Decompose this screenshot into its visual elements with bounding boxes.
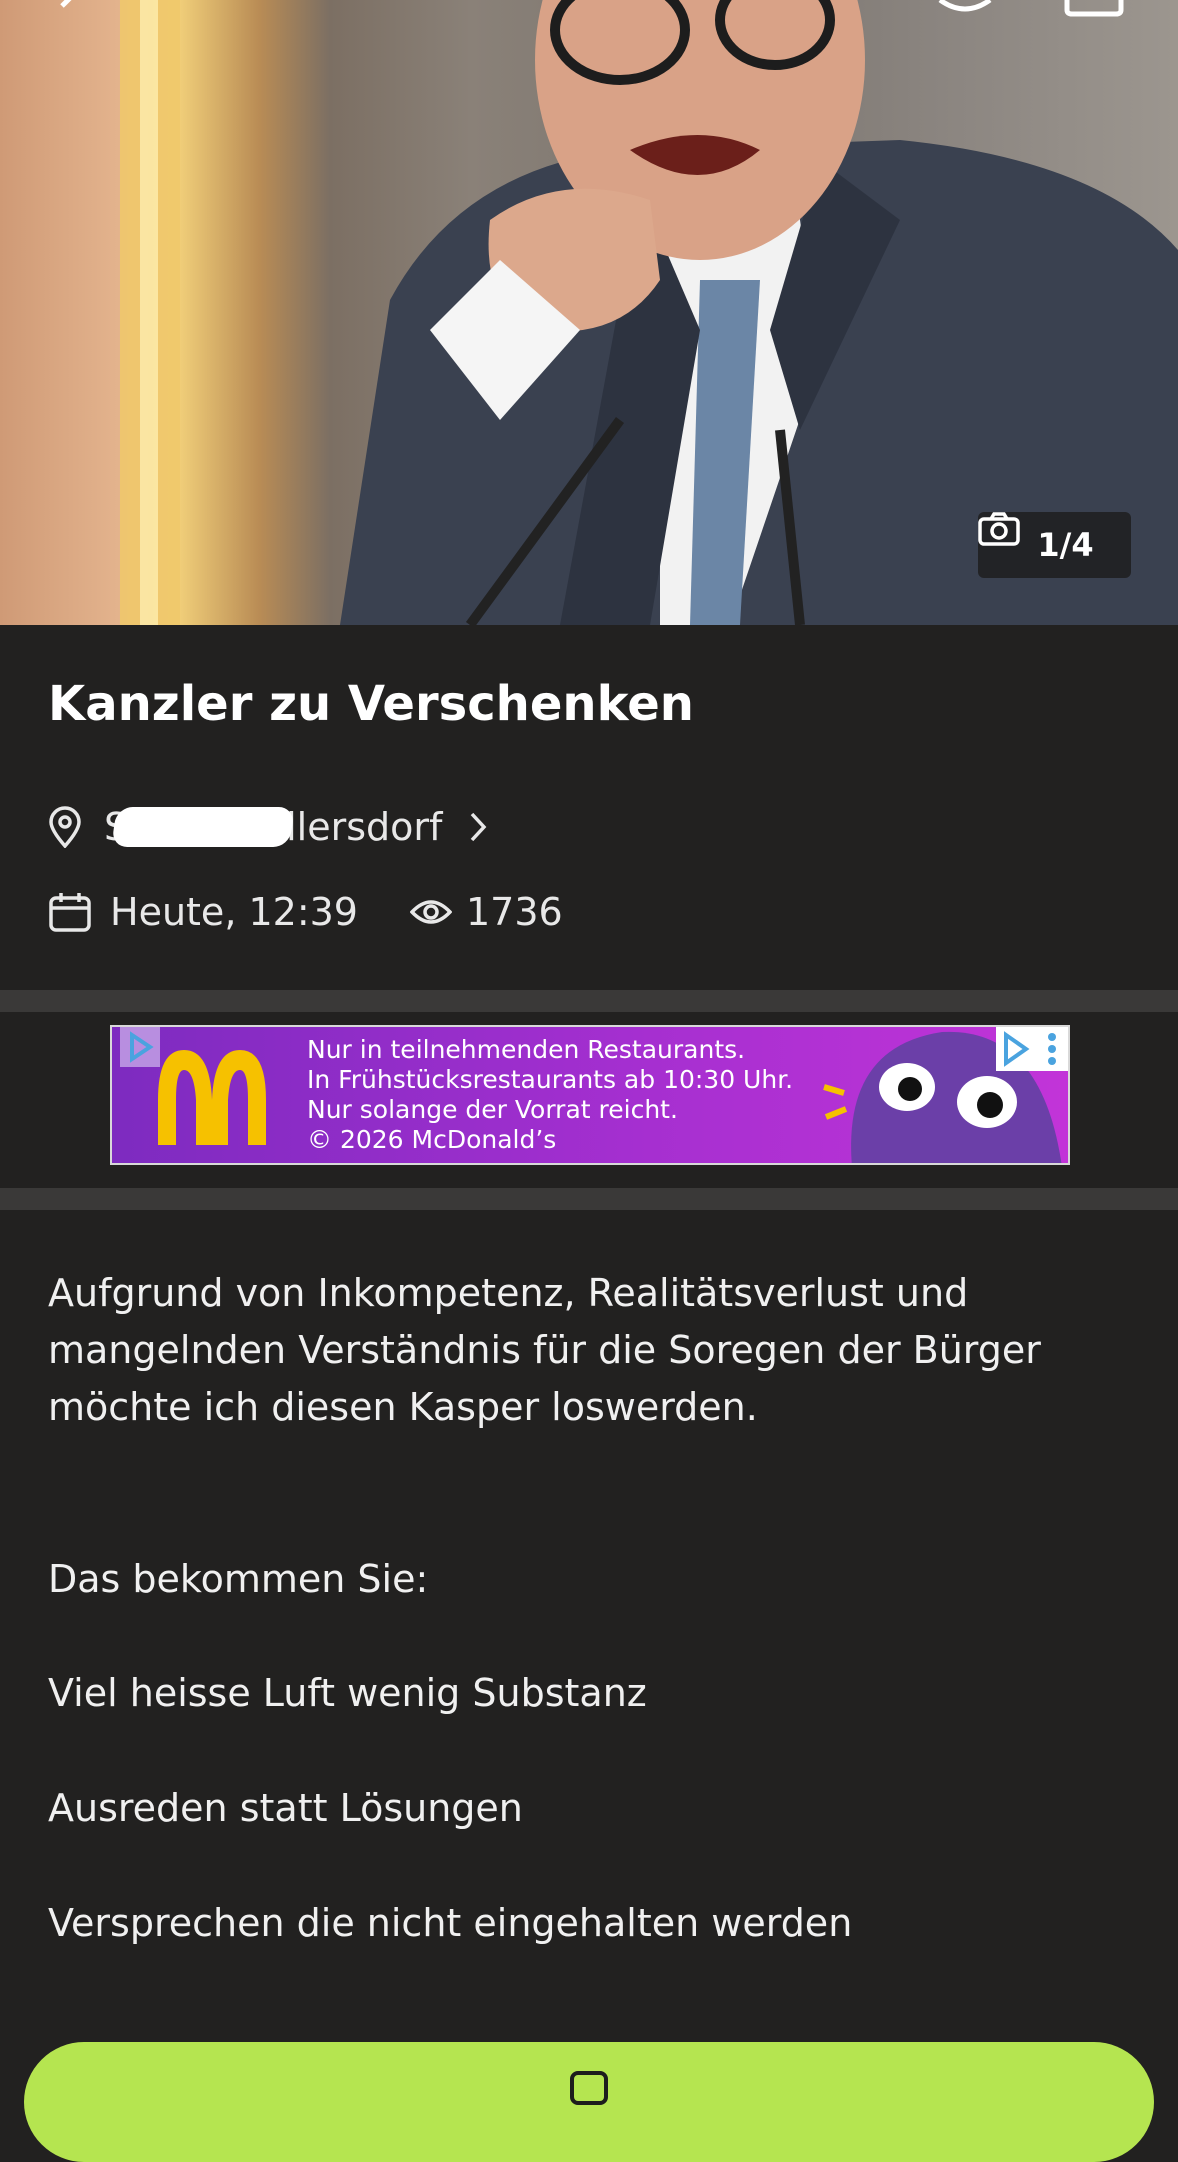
ad-text: Nur in teilnehmenden Restaurants. In Frü… xyxy=(307,1035,793,1155)
ad-line: Nur solange der Vorrat reicht. xyxy=(307,1095,678,1124)
photo-counter: 1/4 xyxy=(978,512,1131,578)
description-heading: Das bekommen Sie: xyxy=(48,1557,429,1601)
description-intro: Aufgrund von Inkompetenz, Realitätsverlu… xyxy=(48,1271,1041,1429)
ad-line: Nur in teilnehmenden Restaurants. xyxy=(307,1035,746,1064)
location-pin-icon xyxy=(48,806,82,848)
chevron-right-icon xyxy=(468,811,488,843)
location-suffix: llersdorf xyxy=(286,805,443,849)
ad-line: © 2026 McDonald’s xyxy=(307,1125,557,1154)
listing-photo[interactable]: 1/4 xyxy=(0,0,1178,625)
location-redaction xyxy=(111,807,295,847)
location-link[interactable]: S llersdorf xyxy=(48,805,488,849)
listing-date: Heute, 12:39 xyxy=(110,890,358,934)
description-item: Viel heisse Luft wenig Substanz xyxy=(48,1671,647,1715)
description-item: Ausreden statt Lösungen xyxy=(48,1786,523,1830)
mcdonalds-logo-icon xyxy=(152,1045,272,1149)
message-button[interactable] xyxy=(24,2042,1154,2162)
ad-banner[interactable]: Nur in teilnehmenden Restaurants. In Frü… xyxy=(110,1025,1070,1165)
view-count: 1736 xyxy=(465,890,563,934)
ad-line: In Frühstücksrestaurants ab 10:30 Uhr. xyxy=(307,1065,794,1094)
chat-icon xyxy=(569,2070,609,2162)
eye-icon xyxy=(409,898,452,926)
ad-info-icon[interactable] xyxy=(996,1027,1068,1075)
listing-title: Kanzler zu Verschenken xyxy=(48,676,694,732)
listing-description: Aufgrund von Inkompetenz, Realitätsverlu… xyxy=(48,1265,1138,1952)
divider xyxy=(0,990,1178,1012)
description-item: Versprechen die nicht eingehalten werden xyxy=(48,1901,853,1945)
divider xyxy=(0,1188,1178,1210)
listing-meta: Heute, 12:39 1736 xyxy=(48,890,563,934)
photo-counter-text: 1/4 xyxy=(1037,526,1094,564)
calendar-icon xyxy=(48,891,92,933)
